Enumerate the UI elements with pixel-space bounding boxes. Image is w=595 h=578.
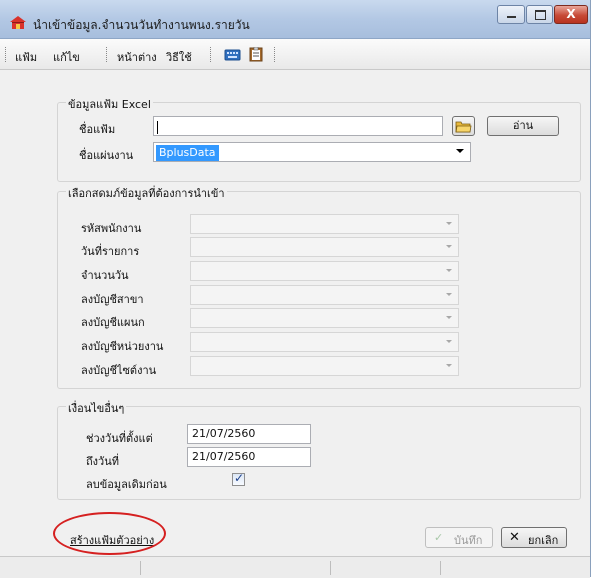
sheet-name-label: ชื่อแผ่นงาน — [79, 149, 134, 162]
chevron-down-icon — [446, 269, 452, 272]
status-divider — [330, 561, 333, 575]
date-from-input[interactable]: 21/07/2560 — [187, 424, 311, 444]
toolbar-grip[interactable] — [106, 47, 109, 62]
toolbar-grip[interactable] — [210, 47, 213, 62]
chevron-down-icon — [446, 245, 452, 248]
field-select-employee-id[interactable] — [190, 214, 459, 234]
close-icon: X — [566, 7, 576, 21]
date-to-label: ถึงวันที่ — [86, 455, 119, 468]
open-folder-icon — [455, 121, 472, 133]
chevron-down-icon — [446, 364, 452, 367]
menu-help[interactable]: วิธีใช้ — [166, 48, 192, 66]
chevron-down-icon — [446, 293, 452, 296]
field-select-department[interactable] — [190, 308, 459, 328]
toolbar-grip[interactable] — [274, 47, 277, 62]
annotation-circle — [53, 512, 166, 555]
field-label-unit: ลงบัญชีหน่วยงาน — [81, 340, 164, 353]
cancel-button-label: ยกเลิก — [528, 534, 559, 547]
cancel-icon: ✕ — [509, 530, 520, 545]
chevron-down-icon — [446, 340, 452, 343]
status-divider — [140, 561, 143, 575]
field-label-department: ลงบัญชีแผนก — [81, 316, 145, 329]
title-bar[interactable]: นำเข้าข้อมูล.จำนวนวันทำงานพนง.รายวัน X — [0, 0, 590, 39]
save-button-label: บันทึก — [454, 534, 483, 547]
field-select-site[interactable] — [190, 356, 459, 376]
status-divider — [440, 561, 443, 575]
field-select-branch[interactable] — [190, 285, 459, 305]
file-name-label: ชื่อแฟ้ม — [79, 123, 116, 136]
close-button[interactable]: X — [554, 5, 588, 24]
chevron-down-icon — [446, 222, 452, 225]
browse-folder-button[interactable] — [452, 116, 475, 136]
menu-window[interactable]: หน้าต่าง — [117, 48, 157, 66]
maximize-icon — [535, 10, 546, 20]
excel-group-legend: ข้อมูลแฟ้ม Excel — [66, 95, 153, 113]
menu-toolbar: แฟ้ม แก้ไข หน้าต่าง วิธีใช้ — [0, 39, 590, 70]
field-select-unit[interactable] — [190, 332, 459, 352]
date-to-input[interactable]: 21/07/2560 — [187, 447, 311, 467]
clipboard-icon[interactable] — [248, 47, 265, 62]
minimize-icon — [507, 16, 516, 18]
field-label-site: ลงบัญชีไซต์งาน — [81, 364, 157, 377]
checkmark-icon: ✓ — [234, 471, 245, 485]
field-label-employee-id: รหัสพนักงาน — [81, 222, 142, 235]
maximize-button[interactable] — [526, 5, 553, 24]
delete-existing-label: ลบข้อมูลเดิมก่อน — [86, 478, 167, 491]
dialog-window: นำเข้าข้อมูล.จำนวนวันทำงานพนง.รายวัน X แ… — [0, 0, 591, 578]
sheet-name-select[interactable]: BplusData — [153, 142, 471, 162]
file-name-input[interactable] — [153, 116, 443, 136]
field-select-transaction-date[interactable] — [190, 237, 459, 257]
delete-existing-checkbox[interactable]: ✓ — [232, 471, 245, 486]
window-title: นำเข้าข้อมูล.จำนวนวันทำงานพนง.รายวัน — [33, 18, 250, 32]
sheet-name-value: BplusData — [156, 145, 219, 161]
read-button[interactable]: อ่าน — [487, 116, 559, 136]
check-icon: ✓ — [434, 531, 444, 544]
save-button[interactable]: ✓ บันทึก — [425, 527, 493, 548]
menu-edit[interactable]: แก้ไข — [53, 48, 80, 66]
menu-file[interactable]: แฟ้ม — [15, 48, 37, 66]
toolbar-grip[interactable] — [5, 47, 8, 62]
date-from-label: ช่วงวันที่ตั้งแต่ — [86, 432, 153, 445]
cancel-button[interactable]: ✕ ยกเลิก — [501, 527, 567, 548]
text-caret — [157, 121, 158, 134]
app-icon — [10, 16, 26, 29]
status-bar — [0, 556, 590, 578]
keyboard-icon[interactable] — [224, 47, 241, 62]
field-label-branch: ลงบัญชีสาขา — [81, 293, 144, 306]
minimize-button[interactable] — [497, 5, 525, 24]
field-label-days: จำนวนวัน — [81, 269, 129, 282]
chevron-down-icon — [456, 149, 464, 153]
field-label-transaction-date: วันที่รายการ — [81, 245, 140, 258]
column-group-legend: เลือกสดมภ์ข้อมูลที่ต้องการนำเข้า — [66, 184, 227, 202]
chevron-down-icon — [446, 316, 452, 319]
conditions-group-legend: เงื่อนไขอื่นๆ — [66, 399, 127, 417]
field-select-days[interactable] — [190, 261, 459, 281]
